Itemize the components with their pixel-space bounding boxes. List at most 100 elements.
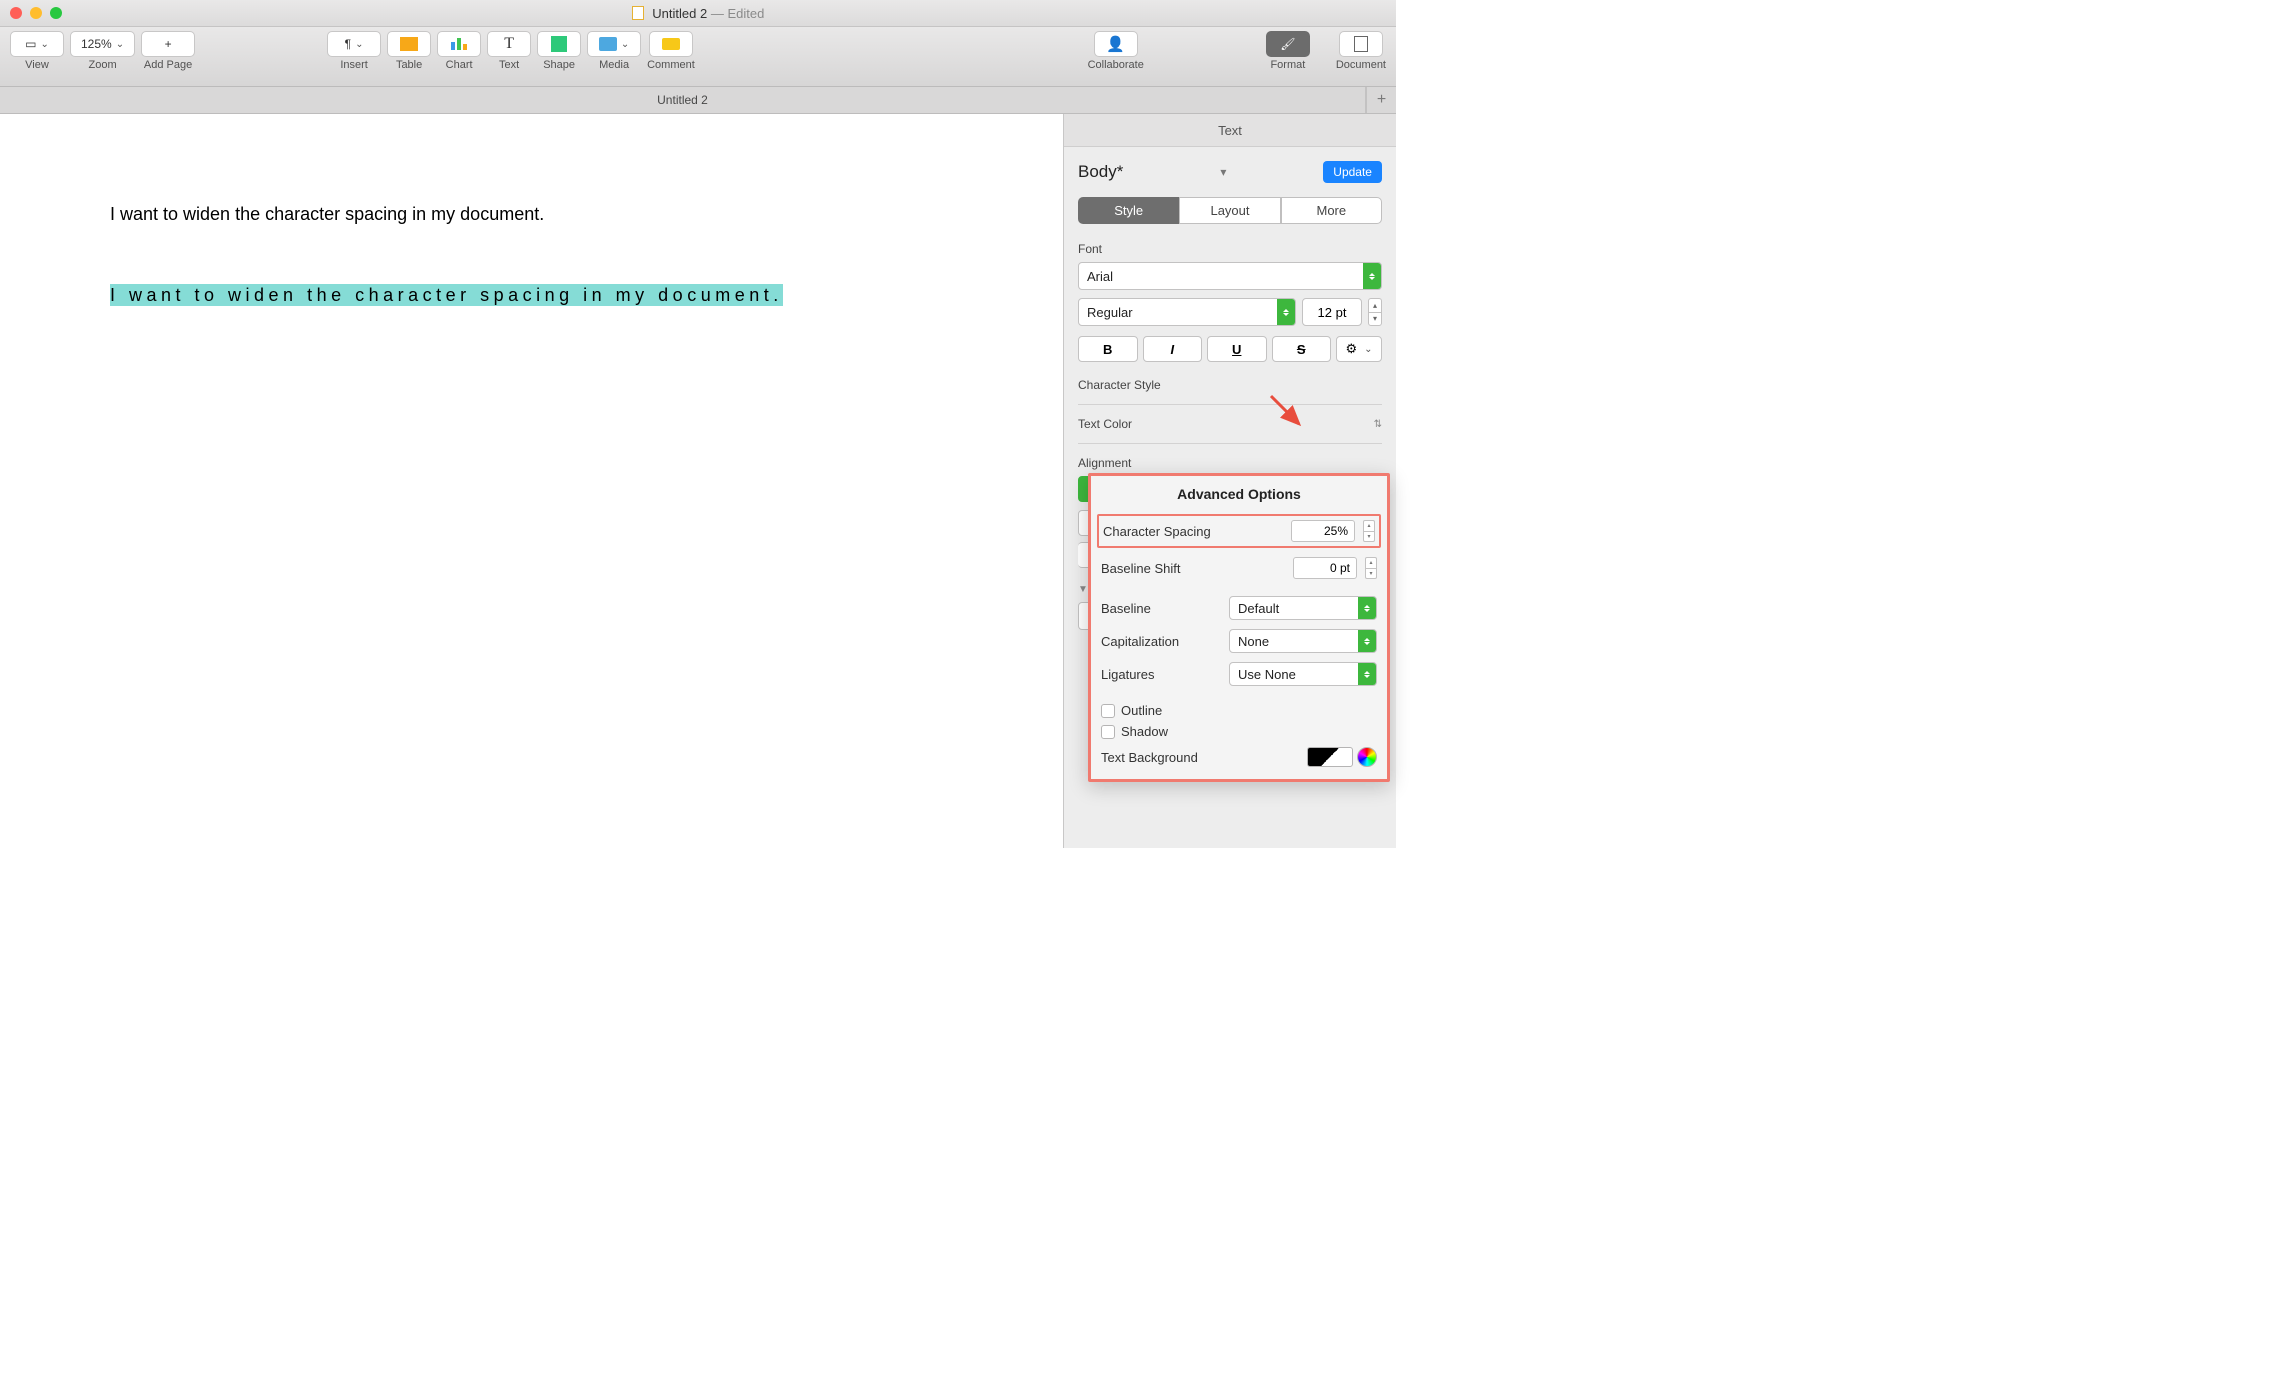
character-styles-label: Character Style	[1078, 378, 1382, 392]
comment-button[interactable]	[649, 31, 693, 57]
chart-button[interactable]	[437, 31, 481, 57]
add-tab-button[interactable]: +	[1366, 87, 1396, 113]
checkbox-icon	[1101, 704, 1115, 718]
document-button[interactable]	[1339, 31, 1383, 57]
advanced-options-button[interactable]: ⚙⌄	[1336, 336, 1382, 362]
chart-icon	[451, 38, 467, 50]
view-button[interactable]: ▭⌄	[10, 31, 64, 57]
inspector-segment: Style Layout More	[1078, 197, 1382, 224]
media-icon	[599, 37, 617, 51]
document-tab[interactable]: Untitled 2	[0, 87, 1366, 113]
zoom-button[interactable]: 125%⌄	[70, 31, 135, 57]
paragraph-icon: ¶	[345, 37, 351, 51]
text-button[interactable]: T	[487, 31, 531, 57]
insert-button[interactable]: ¶⌄	[327, 31, 381, 57]
insert-label: Insert	[340, 59, 368, 71]
font-family-select[interactable]: Arial	[1078, 262, 1382, 290]
inspector-tab-text[interactable]: Text	[1064, 114, 1396, 147]
gear-icon: ⚙	[1345, 341, 1357, 357]
document-group: Document	[1336, 31, 1386, 86]
step-up-icon[interactable]: ▴	[1365, 557, 1377, 568]
paragraph-style-name[interactable]: Body*	[1078, 162, 1123, 182]
addpage-label: Add Page	[144, 59, 192, 71]
chevron-down-icon: ⌄	[621, 39, 629, 50]
document-canvas[interactable]: I want to widen the character spacing in…	[0, 114, 1063, 848]
document-text-line-spaced[interactable]: I want to widen the character spacing in…	[110, 284, 783, 306]
shape-button[interactable]	[537, 31, 581, 57]
seg-style[interactable]: Style	[1078, 197, 1179, 224]
text-background-swatch[interactable]	[1307, 747, 1353, 767]
step-down-icon[interactable]: ▾	[1368, 312, 1382, 327]
italic-button[interactable]: I	[1143, 336, 1203, 362]
table-icon	[400, 37, 418, 51]
view-icon: ▭	[25, 37, 36, 51]
shadow-checkbox[interactable]: Shadow	[1101, 724, 1377, 739]
document-text-line[interactable]: I want to widen the character spacing in…	[110, 204, 1063, 225]
chart-label: Chart	[446, 59, 473, 71]
shape-icon	[551, 36, 567, 52]
update-style-button[interactable]: Update	[1323, 161, 1382, 183]
checkbox-icon	[1101, 725, 1115, 739]
format-group: 🖌 Format	[1266, 31, 1310, 86]
baseline-select[interactable]: Default	[1229, 596, 1377, 620]
document-name: Untitled 2	[652, 6, 707, 21]
font-size-stepper[interactable]: ▴▾	[1368, 298, 1382, 326]
shadow-label: Shadow	[1121, 724, 1168, 739]
seg-layout[interactable]: Layout	[1179, 197, 1280, 224]
baseline-shift-stepper[interactable]: ▴▾	[1365, 557, 1377, 579]
capitalization-row: Capitalization None	[1101, 629, 1377, 653]
color-wheel-button[interactable]	[1357, 747, 1377, 767]
format-label: Format	[1270, 59, 1305, 71]
comment-icon	[662, 38, 680, 50]
font-weight-select[interactable]: Regular	[1078, 298, 1296, 326]
font-weight-value: Regular	[1087, 305, 1133, 320]
plus-icon: +	[1377, 91, 1386, 109]
table-group: Table	[387, 31, 431, 86]
underline-button[interactable]: U	[1207, 336, 1267, 362]
ligatures-label: Ligatures	[1101, 667, 1221, 682]
alignment-label: Alignment	[1078, 456, 1382, 470]
tab-bar: Untitled 2 +	[0, 87, 1396, 114]
bold-button[interactable]: B	[1078, 336, 1138, 362]
seg-more[interactable]: More	[1281, 197, 1382, 224]
ligatures-select[interactable]: Use None	[1229, 662, 1377, 686]
chevron-down-icon: ⌄	[40, 39, 48, 50]
text-color-stepper-icon[interactable]: ⇅	[1374, 419, 1382, 430]
comment-group: Comment	[647, 31, 695, 86]
media-button[interactable]: ⌄	[587, 31, 641, 57]
font-size-input[interactable]: 12 pt	[1302, 298, 1362, 326]
window-titlebar: Untitled 2 — Edited	[0, 0, 1396, 27]
capitalization-select[interactable]: None	[1229, 629, 1377, 653]
document-label: Document	[1336, 59, 1386, 71]
strikethrough-button[interactable]: S	[1272, 336, 1332, 362]
collaborate-label: Collaborate	[1088, 59, 1144, 71]
character-spacing-stepper[interactable]: ▴▾	[1363, 520, 1375, 542]
step-up-icon[interactable]: ▴	[1363, 520, 1375, 531]
toolbar: ▭⌄ View 125%⌄ Zoom + Add Page ¶⌄ Insert …	[0, 27, 1396, 87]
shape-label: Shape	[543, 59, 575, 71]
step-down-icon[interactable]: ▾	[1365, 568, 1377, 580]
shape-group: Shape	[537, 31, 581, 86]
outline-checkbox[interactable]: Outline	[1101, 703, 1377, 718]
table-button[interactable]	[387, 31, 431, 57]
text-color-label: Text Color	[1078, 417, 1132, 431]
baseline-shift-input[interactable]: 0 pt	[1293, 557, 1357, 579]
step-up-icon[interactable]: ▴	[1368, 298, 1382, 312]
collaborate-button[interactable]: 👤	[1094, 31, 1138, 57]
text-background-row: Text Background	[1101, 747, 1377, 767]
step-down-icon[interactable]: ▾	[1363, 531, 1375, 543]
tab-label: Untitled 2	[657, 93, 708, 107]
format-inspector: Text Body* ▾ Update Style Layout More Fo…	[1063, 114, 1396, 848]
add-page-button[interactable]: +	[141, 31, 195, 57]
chart-group: Chart	[437, 31, 481, 86]
chevron-down-icon[interactable]: ▾	[1220, 165, 1226, 179]
comment-label: Comment	[647, 59, 695, 71]
main-area: I want to widen the character spacing in…	[0, 114, 1396, 848]
character-spacing-input[interactable]: 25%	[1291, 520, 1355, 542]
outline-label: Outline	[1121, 703, 1162, 718]
dropdown-icon	[1363, 263, 1381, 289]
baseline-shift-row: Baseline Shift 0 pt ▴▾	[1101, 557, 1377, 579]
chevron-down-icon: ⌄	[1364, 344, 1372, 355]
zoom-label: Zoom	[88, 59, 116, 71]
format-button[interactable]: 🖌	[1266, 31, 1310, 57]
